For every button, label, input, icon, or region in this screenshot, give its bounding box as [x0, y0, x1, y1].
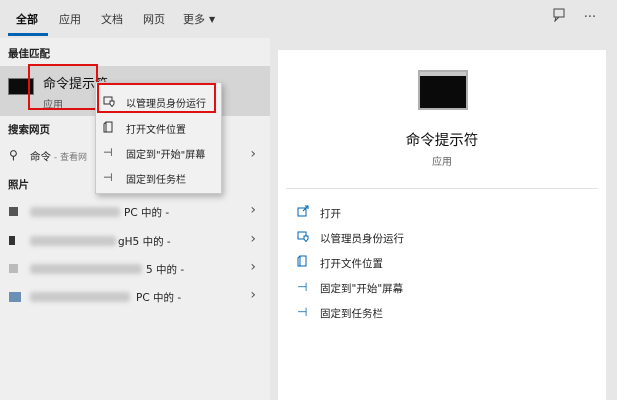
section-photos: 照片: [8, 179, 29, 191]
action-run-as-admin[interactable]: 以管理员身份运行: [278, 227, 606, 249]
tab-web[interactable]: 网页: [143, 11, 165, 27]
pin-icon: ⊣: [103, 171, 113, 184]
highlight-box-app: [28, 64, 98, 110]
photo-result[interactable]: PC 中的 - ›: [0, 198, 270, 224]
action-label: 打开文件位置: [320, 258, 383, 270]
detail-subtitle: 应用: [432, 157, 452, 168]
folder-icon: [103, 121, 115, 136]
action-label: 固定到任务栏: [320, 308, 383, 320]
menu-item-label: 打开文件位置: [126, 125, 186, 136]
photo-thumb-icon: [9, 236, 15, 245]
menu-item-open-location[interactable]: 打开文件位置: [96, 115, 221, 140]
menu-item-pin-taskbar[interactable]: ⊣ 固定到任务栏: [96, 165, 221, 190]
photo-result[interactable]: 5 中的 - ›: [0, 255, 270, 281]
cmd-app-large-icon: [418, 70, 468, 110]
detail-panel: 命令提示符 应用 打开 以管理员身份运行 打开文件位置 ⊣ 固定到"开始"屏幕 …: [278, 50, 606, 400]
tab-apps[interactable]: 应用: [59, 11, 81, 27]
section-best-match: 最佳匹配: [8, 48, 50, 60]
chevron-right-icon[interactable]: ›: [250, 287, 256, 303]
detail-title: 命令提示符: [405, 133, 479, 149]
active-tab-indicator: [8, 33, 48, 36]
photo-result-suffix: PC 中的 -: [136, 292, 182, 304]
blurred-filename: [30, 236, 116, 246]
chevron-down-icon: ▼: [209, 15, 216, 24]
pin-icon: ⊣: [297, 280, 308, 294]
photo-thumb-icon: [9, 264, 18, 273]
photo-thumb-icon: [9, 292, 21, 302]
action-label: 固定到"开始"屏幕: [320, 283, 404, 295]
action-pin-start[interactable]: ⊣ 固定到"开始"屏幕: [278, 277, 606, 299]
chevron-right-icon[interactable]: ›: [250, 202, 256, 218]
photo-result-suffix: 5 中的 -: [146, 264, 185, 276]
action-pin-taskbar[interactable]: ⊣ 固定到任务栏: [278, 302, 606, 324]
photo-result-suffix: gH5 中的 -: [118, 236, 171, 248]
search-tab-bar: 全部 应用 文档 网页 更多 ▼ ···: [0, 0, 617, 38]
tab-documents[interactable]: 文档: [101, 11, 123, 27]
pin-icon: ⊣: [297, 305, 308, 319]
action-open-location[interactable]: 打开文件位置: [278, 252, 606, 274]
chevron-right-icon[interactable]: ›: [250, 231, 256, 247]
ellipsis-icon[interactable]: ···: [580, 8, 600, 28]
action-open[interactable]: 打开: [278, 202, 606, 224]
action-label: 以管理员身份运行: [320, 233, 404, 245]
open-icon: [297, 205, 309, 220]
menu-item-label: 固定到"开始"屏幕: [126, 150, 206, 161]
action-label: 打开: [320, 208, 341, 220]
blurred-filename: [30, 264, 142, 274]
tab-more-label: 更多: [183, 13, 205, 26]
menu-item-label: 固定到任务栏: [126, 175, 186, 186]
section-web: 搜索网页: [8, 124, 50, 136]
menu-item-pin-start[interactable]: ⊣ 固定到"开始"屏幕: [96, 140, 221, 165]
photo-result-suffix: PC 中的 -: [124, 207, 170, 219]
feedback-icon[interactable]: [549, 8, 569, 28]
blurred-filename: [30, 292, 130, 302]
photo-thumb-icon: [9, 207, 18, 216]
chevron-right-icon[interactable]: ›: [250, 259, 256, 275]
shield-icon: [297, 230, 309, 245]
highlight-box-run-as-admin: [97, 83, 216, 113]
divider: [286, 188, 598, 189]
tab-more[interactable]: 更多 ▼: [183, 11, 215, 27]
tab-all[interactable]: 全部: [16, 11, 38, 27]
web-result-suffix: - 查看网: [51, 153, 87, 163]
search-icon: ⚲: [9, 148, 18, 162]
photo-result[interactable]: PC 中的 - ›: [0, 283, 270, 309]
pin-icon: ⊣: [103, 146, 113, 159]
blurred-filename: [30, 207, 120, 217]
photo-result[interactable]: gH5 中的 - ›: [0, 227, 270, 253]
web-result-label: 命令: [30, 151, 51, 163]
folder-icon: [297, 255, 309, 270]
chevron-right-icon[interactable]: ›: [250, 146, 256, 162]
